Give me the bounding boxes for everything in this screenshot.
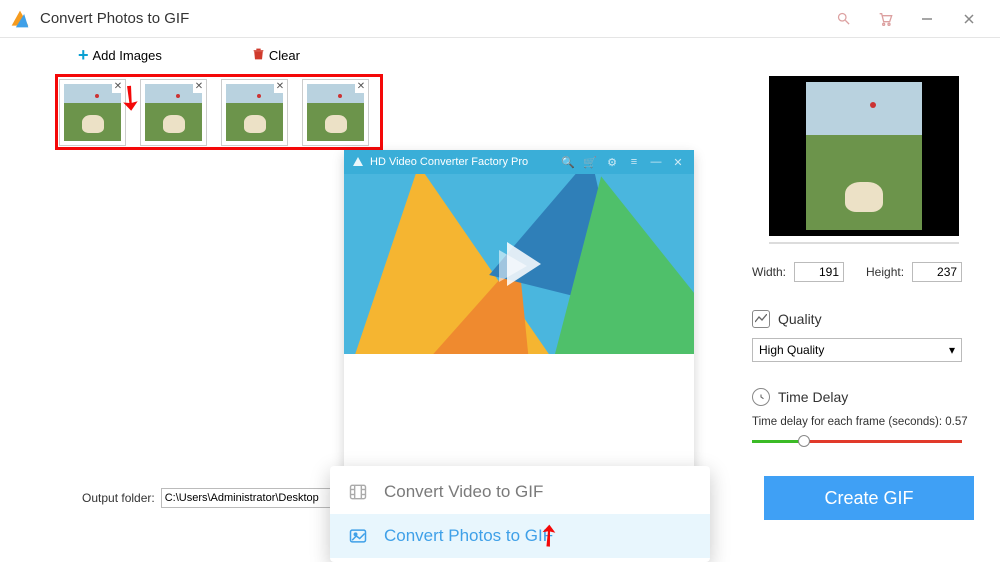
delay-description: Time delay for each frame (seconds): — [752, 416, 942, 428]
thumbnail-remove-icon[interactable]: ✕ — [355, 81, 367, 93]
add-images-button[interactable]: + Add Images — [78, 45, 162, 66]
app-logo-icon — [10, 9, 30, 29]
height-input[interactable] — [912, 262, 962, 282]
quality-header: Quality — [752, 310, 976, 328]
plus-icon: + — [78, 45, 89, 66]
trash-icon — [252, 47, 265, 64]
inner-gear-icon[interactable]: ⚙ — [604, 156, 620, 169]
inner-cart-icon[interactable]: 🛒 — [582, 156, 598, 169]
image-icon — [346, 525, 370, 547]
quality-icon — [752, 310, 770, 328]
inner-window-title: HD Video Converter Factory Pro — [370, 156, 528, 168]
inner-close-button[interactable]: ✕ — [670, 156, 686, 169]
delay-value: 0.57 — [945, 416, 967, 428]
preview-image — [806, 82, 922, 230]
clear-button[interactable]: Clear — [252, 47, 300, 64]
create-gif-button[interactable]: Create GIF — [764, 476, 974, 520]
titlebar: Convert Photos to GIF — [0, 0, 1000, 38]
inner-minimize-button[interactable]: — — [648, 156, 664, 168]
play-badge-icon — [487, 232, 551, 296]
output-folder-label: Output folder: — [82, 491, 155, 505]
cart-icon[interactable] — [864, 0, 906, 38]
width-label: Width: — [752, 265, 786, 279]
timedelay-label: Time Delay — [778, 389, 848, 405]
inner-app-window: HD Video Converter Factory Pro 🔍 🛒 ⚙ ≡ —… — [344, 150, 694, 558]
quality-selected: High Quality — [759, 343, 824, 357]
width-input[interactable] — [794, 262, 844, 282]
dimension-row: Width: Height: — [752, 262, 976, 282]
quality-select[interactable]: High Quality ▾ — [752, 338, 962, 362]
menu-convert-video[interactable]: Convert Video to GIF — [330, 470, 710, 514]
inner-logo-icon — [352, 156, 364, 168]
height-label: Height: — [866, 265, 904, 279]
menu-convert-photos[interactable]: Convert Photos to GIF — [330, 514, 710, 558]
add-images-label: Add Images — [93, 48, 162, 63]
close-button[interactable] — [948, 0, 990, 38]
output-folder-input[interactable] — [161, 488, 355, 508]
window-title: Convert Photos to GIF — [40, 10, 189, 27]
inner-menu-icon[interactable]: ≡ — [626, 156, 642, 168]
delay-text-row: Time delay for each frame (seconds): 0.5… — [752, 416, 976, 428]
minimize-button[interactable] — [906, 0, 948, 38]
toolbar: + Add Images Clear — [0, 38, 1000, 72]
preview-box — [769, 76, 959, 236]
thumbnail-remove-icon[interactable]: ✕ — [274, 81, 286, 93]
divider — [769, 242, 959, 244]
menu-label: Convert Photos to GIF — [384, 526, 553, 546]
hero-graphic — [344, 174, 694, 354]
timedelay-header: Time Delay — [752, 388, 976, 406]
chevron-down-icon: ▾ — [949, 343, 955, 357]
search-icon[interactable] — [822, 0, 864, 38]
thumbnail-highlight-box: ✕ ✕ ✕ ✕ — [55, 74, 383, 150]
thumbnail[interactable]: ✕ — [60, 80, 125, 145]
delay-slider[interactable] — [752, 434, 962, 448]
slider-knob[interactable] — [798, 435, 810, 447]
thumbnail-remove-icon[interactable]: ✕ — [112, 81, 124, 93]
inner-titlebar: HD Video Converter Factory Pro 🔍 🛒 ⚙ ≡ —… — [344, 150, 694, 174]
thumbnail[interactable]: ✕ — [222, 80, 287, 145]
thumbnail[interactable]: ✕ — [141, 80, 206, 145]
film-icon — [346, 481, 370, 503]
clear-label: Clear — [269, 48, 300, 63]
quality-label: Quality — [778, 311, 822, 327]
clock-icon — [752, 388, 770, 406]
thumbnail[interactable]: ✕ — [303, 80, 368, 145]
menu-label: Convert Video to GIF — [384, 482, 543, 502]
right-panel: Width: Height: Quality High Quality ▾ Ti… — [752, 76, 976, 448]
output-folder-row: Output folder: — [82, 488, 355, 508]
thumbnail-remove-icon[interactable]: ✕ — [193, 81, 205, 93]
gif-menu-popover: Convert Video to GIF Convert Photos to G… — [330, 466, 710, 562]
inner-search-icon[interactable]: 🔍 — [560, 156, 576, 169]
